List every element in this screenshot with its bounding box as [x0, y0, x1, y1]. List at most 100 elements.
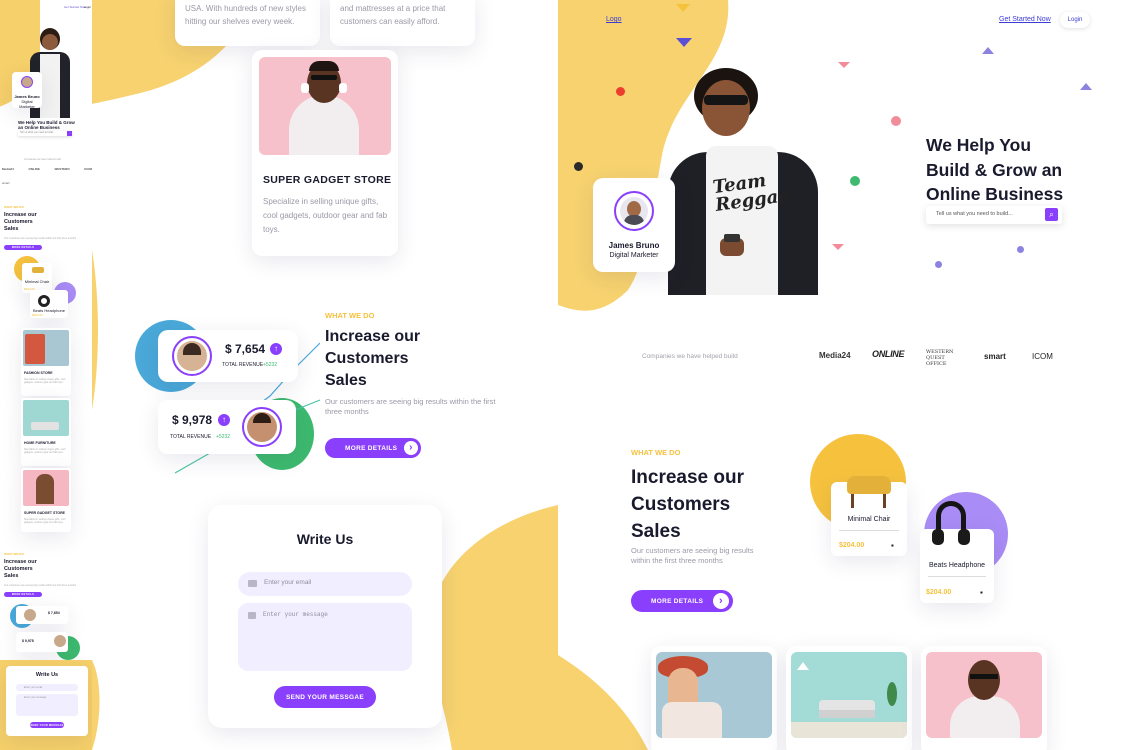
- company-logo: ICOM: [1032, 352, 1053, 361]
- mini-store-title: FASHION STORE: [24, 371, 53, 375]
- section-tag: WHAT WE DO: [631, 448, 681, 457]
- mini-section-title: Increase our Customers Sales: [4, 559, 37, 579]
- gadget-store-card[interactable]: SUPER GADGET STORE Specialize in selling…: [252, 50, 398, 256]
- mini-section-tag: WHAT WE DO: [4, 205, 24, 209]
- revenue-card-1: $ 7,654 ↑ TOTAL REVENUE +5232: [158, 330, 298, 382]
- mini-search-input[interactable]: Tell us what you need to build...: [18, 131, 72, 136]
- mini-profile-role: Digital Marketer: [19, 99, 35, 109]
- product-price: $204.00: [839, 542, 865, 549]
- product-card-headphone[interactable]: Beats Headphone $204.00 ▪: [920, 501, 994, 603]
- middle-column: USA. With hundreds of new styles hitting…: [92, 0, 558, 750]
- mini-send-button[interactable]: SEND YOUR MESSGAE: [30, 722, 64, 728]
- triangle-decor: [838, 62, 850, 68]
- triangle-decor: [832, 244, 844, 250]
- mini-store-card[interactable]: HOME FURNITURE Specialize in selling uni…: [21, 398, 71, 466]
- right-yellow-shapes: [558, 0, 729, 750]
- mini-product-card[interactable]: Minimal Chair $204.00: [22, 263, 52, 293]
- profile-avatar: [620, 197, 648, 225]
- mini-section-tag: WHAT WE DO: [4, 552, 24, 556]
- mini-more-details-button[interactable]: MORE DETAILS: [4, 592, 42, 597]
- company-logo: smart: [984, 352, 1006, 361]
- mini-search-button[interactable]: [67, 131, 72, 136]
- store-card-desc: and mattresses at a price that customers…: [340, 4, 446, 26]
- write-us-title: Write Us: [296, 531, 354, 547]
- mini-store-desc: Specialize in selling unique gifts, cool…: [24, 448, 66, 454]
- get-started-link[interactable]: Get Started Now: [999, 16, 1051, 23]
- gadget-store-card-bottom[interactable]: [921, 646, 1047, 750]
- section-subtitle: Our customers are seeing big results wit…: [631, 546, 754, 565]
- mini-nav-login[interactable]: Login: [84, 5, 91, 9]
- mini-section-title: Increase our Customers Sales: [4, 212, 37, 232]
- login-button[interactable]: Login: [1060, 12, 1090, 28]
- company-logo: WESTERN QUEST OFFICE: [926, 349, 954, 367]
- mini-stat-value: $ 7,654: [48, 611, 60, 615]
- mini-more-details-button[interactable]: MORE DETAILS: [4, 245, 42, 250]
- send-message-button[interactable]: SEND YOUR MESSGAE: [274, 686, 376, 708]
- message-field[interactable]: Enter your message: [238, 603, 412, 671]
- revenue-value: $ 9,978: [172, 413, 213, 427]
- message-icon: [248, 612, 256, 619]
- section-title: Increase our Customers Sales: [631, 467, 744, 542]
- dot-decor: [574, 162, 583, 171]
- mini-logo: ONLINE: [28, 167, 40, 171]
- email-field[interactable]: Enter your email: [238, 572, 412, 596]
- revenue-card-2: $ 9,978 ↑ TOTAL REVENUE +5232: [158, 400, 296, 454]
- fashion-store-card[interactable]: [651, 646, 777, 750]
- more-details-button[interactable]: MORE DETAILS ›: [325, 438, 421, 458]
- company-logo: ONLINE: [872, 349, 905, 359]
- dot-decor: [935, 261, 942, 268]
- mini-message-input[interactable]: Enter your message: [16, 694, 78, 716]
- product-card-chair[interactable]: Minimal Chair $204.00 ▪: [831, 476, 907, 556]
- mini-section-sub: Our customers are seeing big results wit…: [4, 584, 77, 587]
- user-avatar: [247, 412, 277, 442]
- search-icon[interactable]: ⌕: [1045, 208, 1058, 221]
- gadget-store-desc: Specialize in selling unique gifts, cool…: [263, 197, 388, 234]
- right-column: Logo Get Started Now Login Team Reggae Ja…: [558, 0, 1140, 750]
- triangle-decor: [1080, 83, 1092, 90]
- store-card-partial[interactable]: USA. With hundreds of new styles hitting…: [175, 0, 320, 46]
- mini-product-card[interactable]: Beats Headphone $204.00: [30, 290, 68, 318]
- revenue-label: TOTAL REVENUE: [170, 434, 212, 440]
- home-furniture-image: [791, 652, 907, 738]
- product-name: Beats Headphone: [928, 562, 986, 569]
- hero-search-input[interactable]: Tell us what you need to build... ⌕: [926, 206, 1062, 224]
- product-name: Minimal Chair: [847, 516, 891, 523]
- mini-store-card[interactable]: SUPER GADGET STORE Specialize in selling…: [21, 468, 71, 532]
- store-card-partial[interactable]: and mattresses at a price that customers…: [330, 0, 475, 46]
- gadget-store-image: [926, 652, 1042, 738]
- mini-store-card[interactable]: FASHION STORE Specialize in selling uniq…: [21, 328, 71, 396]
- mini-write-title: Write Us: [35, 672, 59, 678]
- dot-decor: [1017, 246, 1024, 253]
- triangle-decor: [982, 47, 994, 54]
- home-furniture-card[interactable]: [786, 646, 912, 750]
- dot-decor: [850, 176, 860, 186]
- gadget-store-image: [259, 57, 391, 155]
- dot-decor: [616, 87, 625, 96]
- mini-stat-value: $ 9,978: [22, 639, 34, 643]
- mini-write-card: Write Us Enter your email Enter your mes…: [6, 666, 88, 736]
- arrow-up-icon: ↑: [270, 343, 282, 355]
- message-placeholder: Enter your message: [263, 611, 328, 618]
- hero-title: We Help You Build & Grow an Online Busin…: [926, 135, 1064, 204]
- chevron-right-icon: ›: [713, 593, 729, 609]
- mini-product-price: $204.00: [32, 313, 43, 317]
- hero-person-image: Team Reggae: [668, 62, 818, 295]
- mini-preview: Get Started Now Login James Bruno Digita…: [0, 0, 92, 750]
- email-placeholder: Enter your email: [264, 579, 312, 586]
- cart-icon[interactable]: ▪: [980, 588, 983, 597]
- mini-email-input[interactable]: Enter your email: [16, 684, 78, 691]
- chevron-right-icon: ›: [404, 441, 418, 455]
- chair-image: [847, 476, 891, 494]
- arrow-up-icon: ↑: [218, 414, 230, 426]
- triangle-decor: [676, 38, 692, 47]
- mini-store-title: HOME FURNITURE: [24, 441, 56, 445]
- section-title: Increase our Customers Sales: [325, 328, 421, 389]
- write-us-card: Write Us Enter your email Enter your mes…: [208, 505, 442, 728]
- product-price: $204.00: [926, 589, 952, 596]
- logo-link[interactable]: Logo: [606, 16, 622, 23]
- cart-icon[interactable]: ▪: [891, 541, 894, 550]
- mini-logo: WESTERN: [54, 167, 70, 171]
- user-avatar: [177, 341, 207, 371]
- mini-stat-card: $ 9,978: [16, 632, 68, 652]
- more-details-button[interactable]: MORE DETAILS ›: [631, 590, 733, 612]
